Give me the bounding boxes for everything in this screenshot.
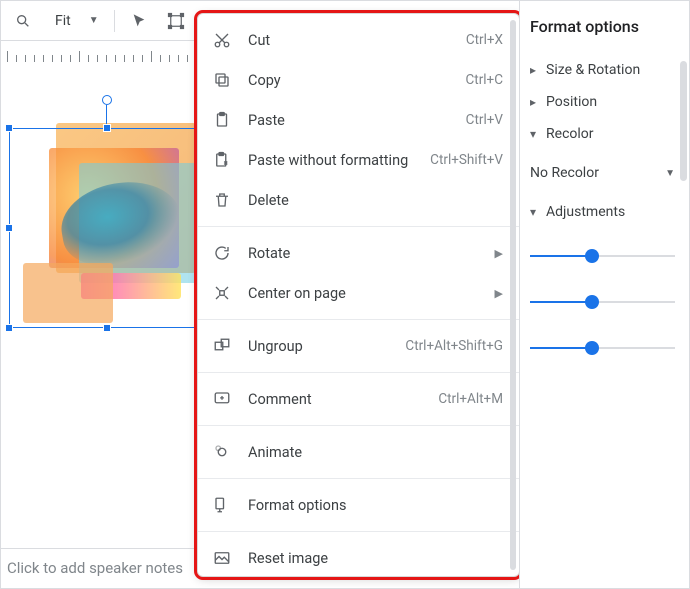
caret-down-icon: ▼	[89, 15, 99, 26]
resize-handle-nw[interactable]	[5, 124, 13, 132]
section-size-rotation[interactable]: ▸ Size & Rotation	[530, 62, 675, 78]
menu-item-label: Animate	[248, 444, 503, 461]
dropdown-value: No Recolor	[530, 165, 599, 181]
context-menu-scrollbar[interactable]	[510, 20, 516, 570]
section-label: Size & Rotation	[546, 62, 640, 78]
speaker-notes-placeholder: Click to add speaker notes	[7, 559, 183, 577]
section-recolor[interactable]: ▾ Recolor	[530, 126, 675, 142]
menu-item-shortcut: Ctrl+X	[466, 32, 503, 48]
comment-icon	[212, 389, 232, 409]
select-tool-button[interactable]	[122, 6, 156, 36]
transform-tool-button[interactable]	[159, 6, 193, 36]
resize-handle-n[interactable]	[103, 124, 111, 132]
paste-icon	[212, 110, 232, 130]
menu-item-animate[interactable]: Animate	[198, 432, 519, 472]
chevron-right-icon: ▸	[530, 95, 536, 109]
menu-item-shortcut: Ctrl+Shift+V	[430, 152, 503, 168]
reset-image-icon	[212, 548, 232, 568]
menu-item-label: Paste without formatting	[248, 152, 430, 169]
panel-scrollbar[interactable]	[680, 61, 687, 181]
menu-separator	[198, 226, 519, 227]
zoom-tool-button[interactable]	[6, 6, 40, 36]
slider-fill	[530, 255, 590, 257]
menu-item-format-options[interactable]: Format options	[198, 485, 519, 525]
rotation-handle[interactable]	[102, 95, 112, 105]
recolor-dropdown[interactable]: No Recolor ▼	[530, 158, 675, 188]
menu-item-copy[interactable]: Copy Ctrl+C	[198, 60, 519, 100]
bounding-box-icon	[167, 12, 185, 30]
menu-item-label: Delete	[248, 192, 503, 209]
menu-item-comment[interactable]: Comment Ctrl+Alt+M	[198, 379, 519, 419]
menu-separator	[198, 478, 519, 479]
slider-thumb[interactable]	[585, 295, 599, 309]
menu-item-ungroup[interactable]: Ungroup Ctrl+Alt+Shift+G	[198, 326, 519, 366]
context-menu: Cut Ctrl+X Copy Ctrl+C Paste Ctrl+V Past…	[197, 13, 520, 577]
chevron-down-icon: ▾	[530, 127, 536, 141]
adjustment-slider-1[interactable]	[530, 246, 675, 266]
panel-title: Format options	[530, 17, 675, 36]
slider-thumb[interactable]	[585, 249, 599, 263]
adjustment-slider-3[interactable]	[530, 338, 675, 358]
menu-item-label: Rotate	[248, 245, 495, 262]
submenu-arrow-icon: ▶	[495, 287, 503, 300]
menu-item-cut[interactable]: Cut Ctrl+X	[198, 20, 519, 60]
menu-item-center-on-page[interactable]: Center on page ▶	[198, 273, 519, 313]
chevron-down-icon: ▾	[530, 205, 536, 219]
menu-separator	[198, 531, 519, 532]
animate-icon	[212, 442, 232, 462]
magnifier-icon	[15, 13, 31, 29]
selection-outline[interactable]	[9, 128, 204, 328]
zoom-level-dropdown[interactable]: Fit ▼	[43, 6, 107, 36]
menu-item-rotate[interactable]: Rotate ▶	[198, 233, 519, 273]
menu-item-label: Copy	[248, 72, 465, 89]
ungroup-icon	[212, 336, 232, 356]
caret-down-icon: ▼	[665, 168, 675, 179]
resize-handle-w[interactable]	[5, 224, 13, 232]
menu-item-shortcut: Ctrl+Alt+Shift+G	[405, 338, 503, 354]
section-adjustments[interactable]: ▾ Adjustments	[530, 204, 675, 220]
slider-thumb[interactable]	[585, 341, 599, 355]
menu-item-delete[interactable]: Delete	[198, 180, 519, 220]
menu-item-label: Ungroup	[248, 338, 405, 355]
chevron-right-icon: ▸	[530, 63, 536, 77]
menu-item-shortcut: Ctrl+V	[466, 112, 503, 128]
menu-item-shortcut: Ctrl+Alt+M	[438, 391, 503, 407]
cursor-icon	[131, 13, 147, 29]
resize-handle-s[interactable]	[103, 324, 111, 332]
rotation-handle-line	[106, 105, 107, 124]
menu-item-label: Cut	[248, 32, 466, 49]
menu-separator	[198, 425, 519, 426]
menu-item-paste[interactable]: Paste Ctrl+V	[198, 100, 519, 140]
menu-item-label: Format options	[248, 497, 503, 514]
menu-item-label: Comment	[248, 391, 438, 408]
menu-item-label: Reset image	[248, 550, 503, 567]
adjustment-slider-2[interactable]	[530, 292, 675, 312]
paste-plain-icon	[212, 150, 232, 170]
menu-item-label: Paste	[248, 112, 466, 129]
menu-item-shortcut: Ctrl+C	[465, 72, 503, 88]
menu-separator	[198, 319, 519, 320]
format-options-panel: Format options ▸ Size & Rotation ▸ Posit…	[519, 1, 689, 588]
trash-icon	[212, 190, 232, 210]
menu-item-reset-image[interactable]: Reset image	[198, 538, 519, 577]
menu-item-paste-without-formatting[interactable]: Paste without formatting Ctrl+Shift+V	[198, 140, 519, 180]
center-icon	[212, 283, 232, 303]
section-label: Recolor	[546, 126, 594, 142]
cut-icon	[212, 30, 232, 50]
menu-item-label: Center on page	[248, 285, 495, 302]
rotate-icon	[212, 243, 232, 263]
toolbar-separator	[114, 10, 115, 32]
copy-icon	[212, 70, 232, 90]
section-position[interactable]: ▸ Position	[530, 94, 675, 110]
slider-fill	[530, 347, 590, 349]
zoom-level-label: Fit	[55, 13, 71, 29]
format-options-icon	[212, 495, 232, 515]
submenu-arrow-icon: ▶	[495, 247, 503, 260]
resize-handle-sw[interactable]	[5, 324, 13, 332]
menu-separator	[198, 372, 519, 373]
section-label: Adjustments	[546, 204, 625, 220]
slider-fill	[530, 301, 590, 303]
section-label: Position	[546, 94, 597, 110]
